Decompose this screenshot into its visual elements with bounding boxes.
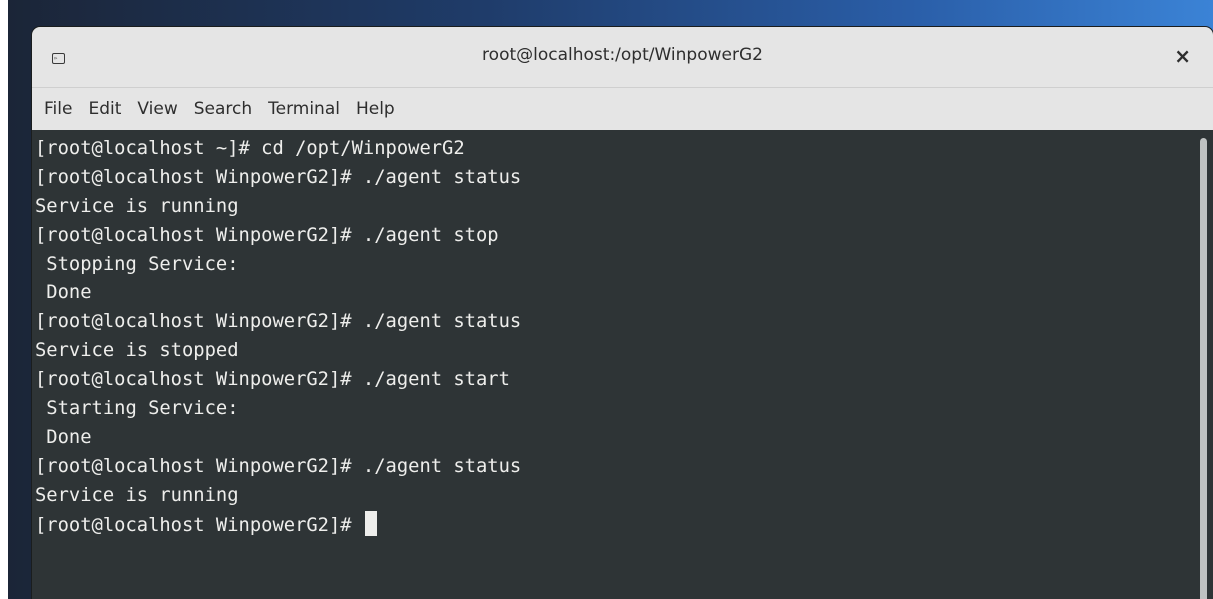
terminal-output[interactable]: [root@localhost ~]# cd /opt/WinpowerG2 [r…: [32, 130, 1213, 599]
desktop-background: ▹ root@localhost:/opt/WinpowerG2 × File …: [0, 0, 1213, 599]
menu-file[interactable]: File: [36, 95, 80, 123]
terminal-prompt: [root@localhost WinpowerG2]#: [35, 514, 363, 536]
terminal-line: Done: [35, 426, 92, 448]
terminal-line: [root@localhost WinpowerG2]# ./agent sta…: [35, 311, 522, 333]
terminal-line: [root@localhost WinpowerG2]# ./agent sta…: [35, 166, 522, 188]
menu-terminal[interactable]: Terminal: [260, 95, 348, 123]
scrollbar-track[interactable]: [1193, 130, 1213, 599]
close-icon[interactable]: ×: [1174, 44, 1191, 68]
terminal-line: [root@localhost ~]# cd /opt/WinpowerG2: [35, 138, 465, 159]
terminal-line: [root@localhost WinpowerG2]# ./agent sto…: [35, 224, 499, 246]
terminal-line: [root@localhost WinpowerG2]# ./agent sta…: [35, 369, 510, 391]
terminal-line: Stopping Service:: [35, 253, 239, 275]
menu-edit[interactable]: Edit: [80, 95, 129, 123]
scrollbar-thumb[interactable]: [1200, 138, 1207, 599]
terminal-prompt-line: [root@localhost WinpowerG2]#: [35, 510, 521, 540]
terminal-text: [root@localhost ~]# cd /opt/WinpowerG2 [r…: [35, 135, 521, 539]
terminal-line: Starting Service:: [35, 398, 239, 420]
terminal-window: ▹ root@localhost:/opt/WinpowerG2 × File …: [32, 27, 1213, 599]
text-cursor: [364, 510, 377, 536]
menu-help[interactable]: Help: [348, 95, 403, 123]
terminal-line: Done: [35, 282, 92, 304]
menu-bar: File Edit View Search Terminal Help: [32, 88, 1213, 130]
terminal-line: [root@localhost WinpowerG2]# ./agent sta…: [35, 455, 522, 477]
menu-search[interactable]: Search: [186, 95, 260, 123]
window-title: root@localhost:/opt/WinpowerG2: [482, 45, 763, 65]
terminal-line: Service is stopped: [35, 340, 239, 362]
title-bar[interactable]: ▹ root@localhost:/opt/WinpowerG2 ×: [32, 27, 1213, 88]
menu-view[interactable]: View: [129, 95, 185, 123]
terminal-line: Service is running: [35, 484, 239, 506]
terminal-line: Service is running: [35, 195, 239, 217]
